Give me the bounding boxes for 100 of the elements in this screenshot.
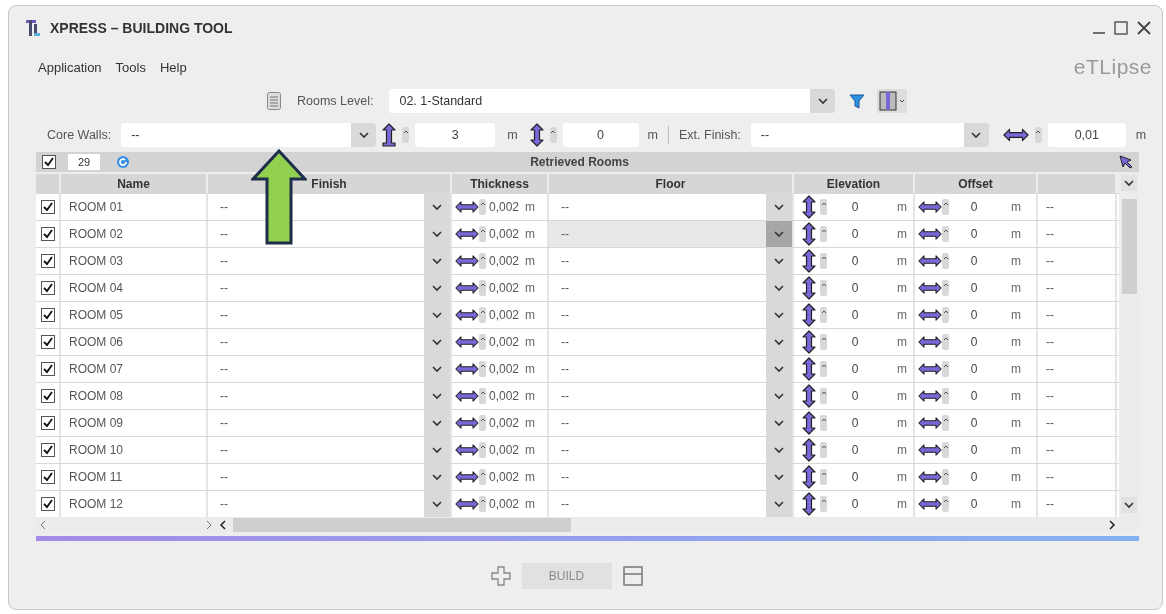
offset-value[interactable]: 0 [949,416,999,430]
elevation-value[interactable]: 0 [827,335,883,349]
scroll-down-button[interactable] [1121,497,1137,513]
column-header[interactable]: Elevation [826,176,881,191]
refresh-icon[interactable] [116,155,130,169]
offset-value[interactable]: 0 [949,335,999,349]
column-header[interactable]: Offset [958,176,993,191]
spin-up-button[interactable] [479,334,486,350]
thickness-value[interactable]: 0,002 [486,200,520,214]
add-button[interactable] [489,565,512,587]
scroll-thumb[interactable] [233,518,571,532]
spin-up-button[interactable] [942,415,949,431]
offset-value[interactable]: 0 [949,497,999,511]
menu-item[interactable]: Help [159,59,187,75]
thickness-value[interactable]: 0,002 [486,281,520,295]
elevation-value[interactable]: 0 [827,416,883,430]
cursor-icon[interactable] [1119,155,1133,169]
elevation-value[interactable]: 0 [827,443,883,457]
spin-up-button[interactable] [820,415,827,431]
scroll-right-icon[interactable] [1108,520,1116,530]
spin-up-button[interactable] [479,307,486,323]
floor-dropdown[interactable]: -- [549,221,794,247]
offset-value[interactable]: 0 [949,470,999,484]
spin-up-button[interactable] [820,496,827,512]
row-checkbox[interactable] [40,308,55,322]
row-checkbox[interactable] [40,362,55,376]
spin-up-button[interactable] [479,361,486,377]
height-field[interactable]: 3 [415,123,496,147]
elevation-value[interactable]: 0 [827,281,883,295]
row-checkbox[interactable] [40,497,55,511]
spin-up-button[interactable] [479,388,486,404]
elevation-value[interactable]: 0 [827,254,883,268]
spin-up-button[interactable] [549,127,557,143]
row-checkbox[interactable] [40,281,55,295]
spin-up-button[interactable] [942,199,949,215]
thickness-value[interactable]: 0,002 [486,443,520,457]
spin-up-button[interactable] [820,361,827,377]
select-all-checkbox[interactable] [42,155,56,169]
spin-up-button[interactable] [402,127,410,143]
row-checkbox[interactable] [40,416,55,430]
offset-value[interactable]: 0 [949,362,999,376]
spin-up-button[interactable] [479,442,486,458]
offset-value[interactable]: 0 [949,389,999,403]
layout-button[interactable] [877,89,908,113]
row-checkbox[interactable] [40,254,55,268]
column-header[interactable]: Thickness [470,176,529,191]
column-header[interactable]: Finish [311,176,347,191]
column-header[interactable]: Name [117,176,150,191]
spin-up-button[interactable] [479,253,486,269]
scroll-up-button[interactable] [1121,175,1137,191]
spin-up-button[interactable] [479,415,486,431]
spin-up-button[interactable] [942,469,949,485]
spin-up-button[interactable] [820,280,827,296]
spin-up-button[interactable] [1034,127,1042,143]
thickness-value[interactable]: 0,002 [486,335,520,349]
scroll-left-icon[interactable] [219,520,227,530]
thickness-field[interactable]: 0,01 [1047,123,1126,147]
spin-up-button[interactable] [479,469,486,485]
row-checkbox[interactable] [40,200,55,214]
scroll-thumb[interactable] [1121,199,1137,294]
spin-up-button[interactable] [479,226,486,242]
offset-value[interactable]: 0 [949,254,999,268]
offset-field[interactable]: 0 [562,123,639,147]
spin-up-button[interactable] [820,469,827,485]
thickness-value[interactable]: 0,002 [486,254,520,268]
thickness-value[interactable]: 0,002 [486,389,520,403]
elevation-value[interactable]: 0 [827,200,883,214]
filter-icon[interactable] [849,93,866,109]
spin-up-button[interactable] [942,361,949,377]
offset-value[interactable]: 0 [949,200,999,214]
elevation-value[interactable]: 0 [827,470,883,484]
column-header[interactable]: Floor [655,176,686,191]
thickness-value[interactable]: 0,002 [486,227,520,241]
spin-up-button[interactable] [820,199,827,215]
row-checkbox[interactable] [40,443,55,457]
spin-up-button[interactable] [820,388,827,404]
row-checkbox[interactable] [40,389,55,403]
close-button[interactable] [1136,20,1152,36]
thickness-value[interactable]: 0,002 [486,470,520,484]
spin-up-button[interactable] [479,199,486,215]
elevation-value[interactable]: 0 [827,497,883,511]
spin-up-button[interactable] [820,253,827,269]
offset-value[interactable]: 0 [949,443,999,457]
panel-layout-button[interactable] [621,565,644,587]
spin-up-button[interactable] [820,334,827,350]
spin-up-button[interactable] [479,496,486,512]
elevation-value[interactable]: 0 [827,227,883,241]
elevation-value[interactable]: 0 [827,389,883,403]
row-checkbox[interactable] [40,227,55,241]
spin-up-button[interactable] [820,226,827,242]
elevation-value[interactable]: 0 [827,362,883,376]
spin-up-button[interactable] [820,442,827,458]
spin-up-button[interactable] [942,496,949,512]
offset-value[interactable]: 0 [949,281,999,295]
offset-value[interactable]: 0 [949,308,999,322]
spin-up-button[interactable] [942,280,949,296]
spin-up-button[interactable] [942,388,949,404]
menu-item[interactable]: Application [38,59,102,75]
row-checkbox[interactable] [40,335,55,349]
spin-up-button[interactable] [942,307,949,323]
